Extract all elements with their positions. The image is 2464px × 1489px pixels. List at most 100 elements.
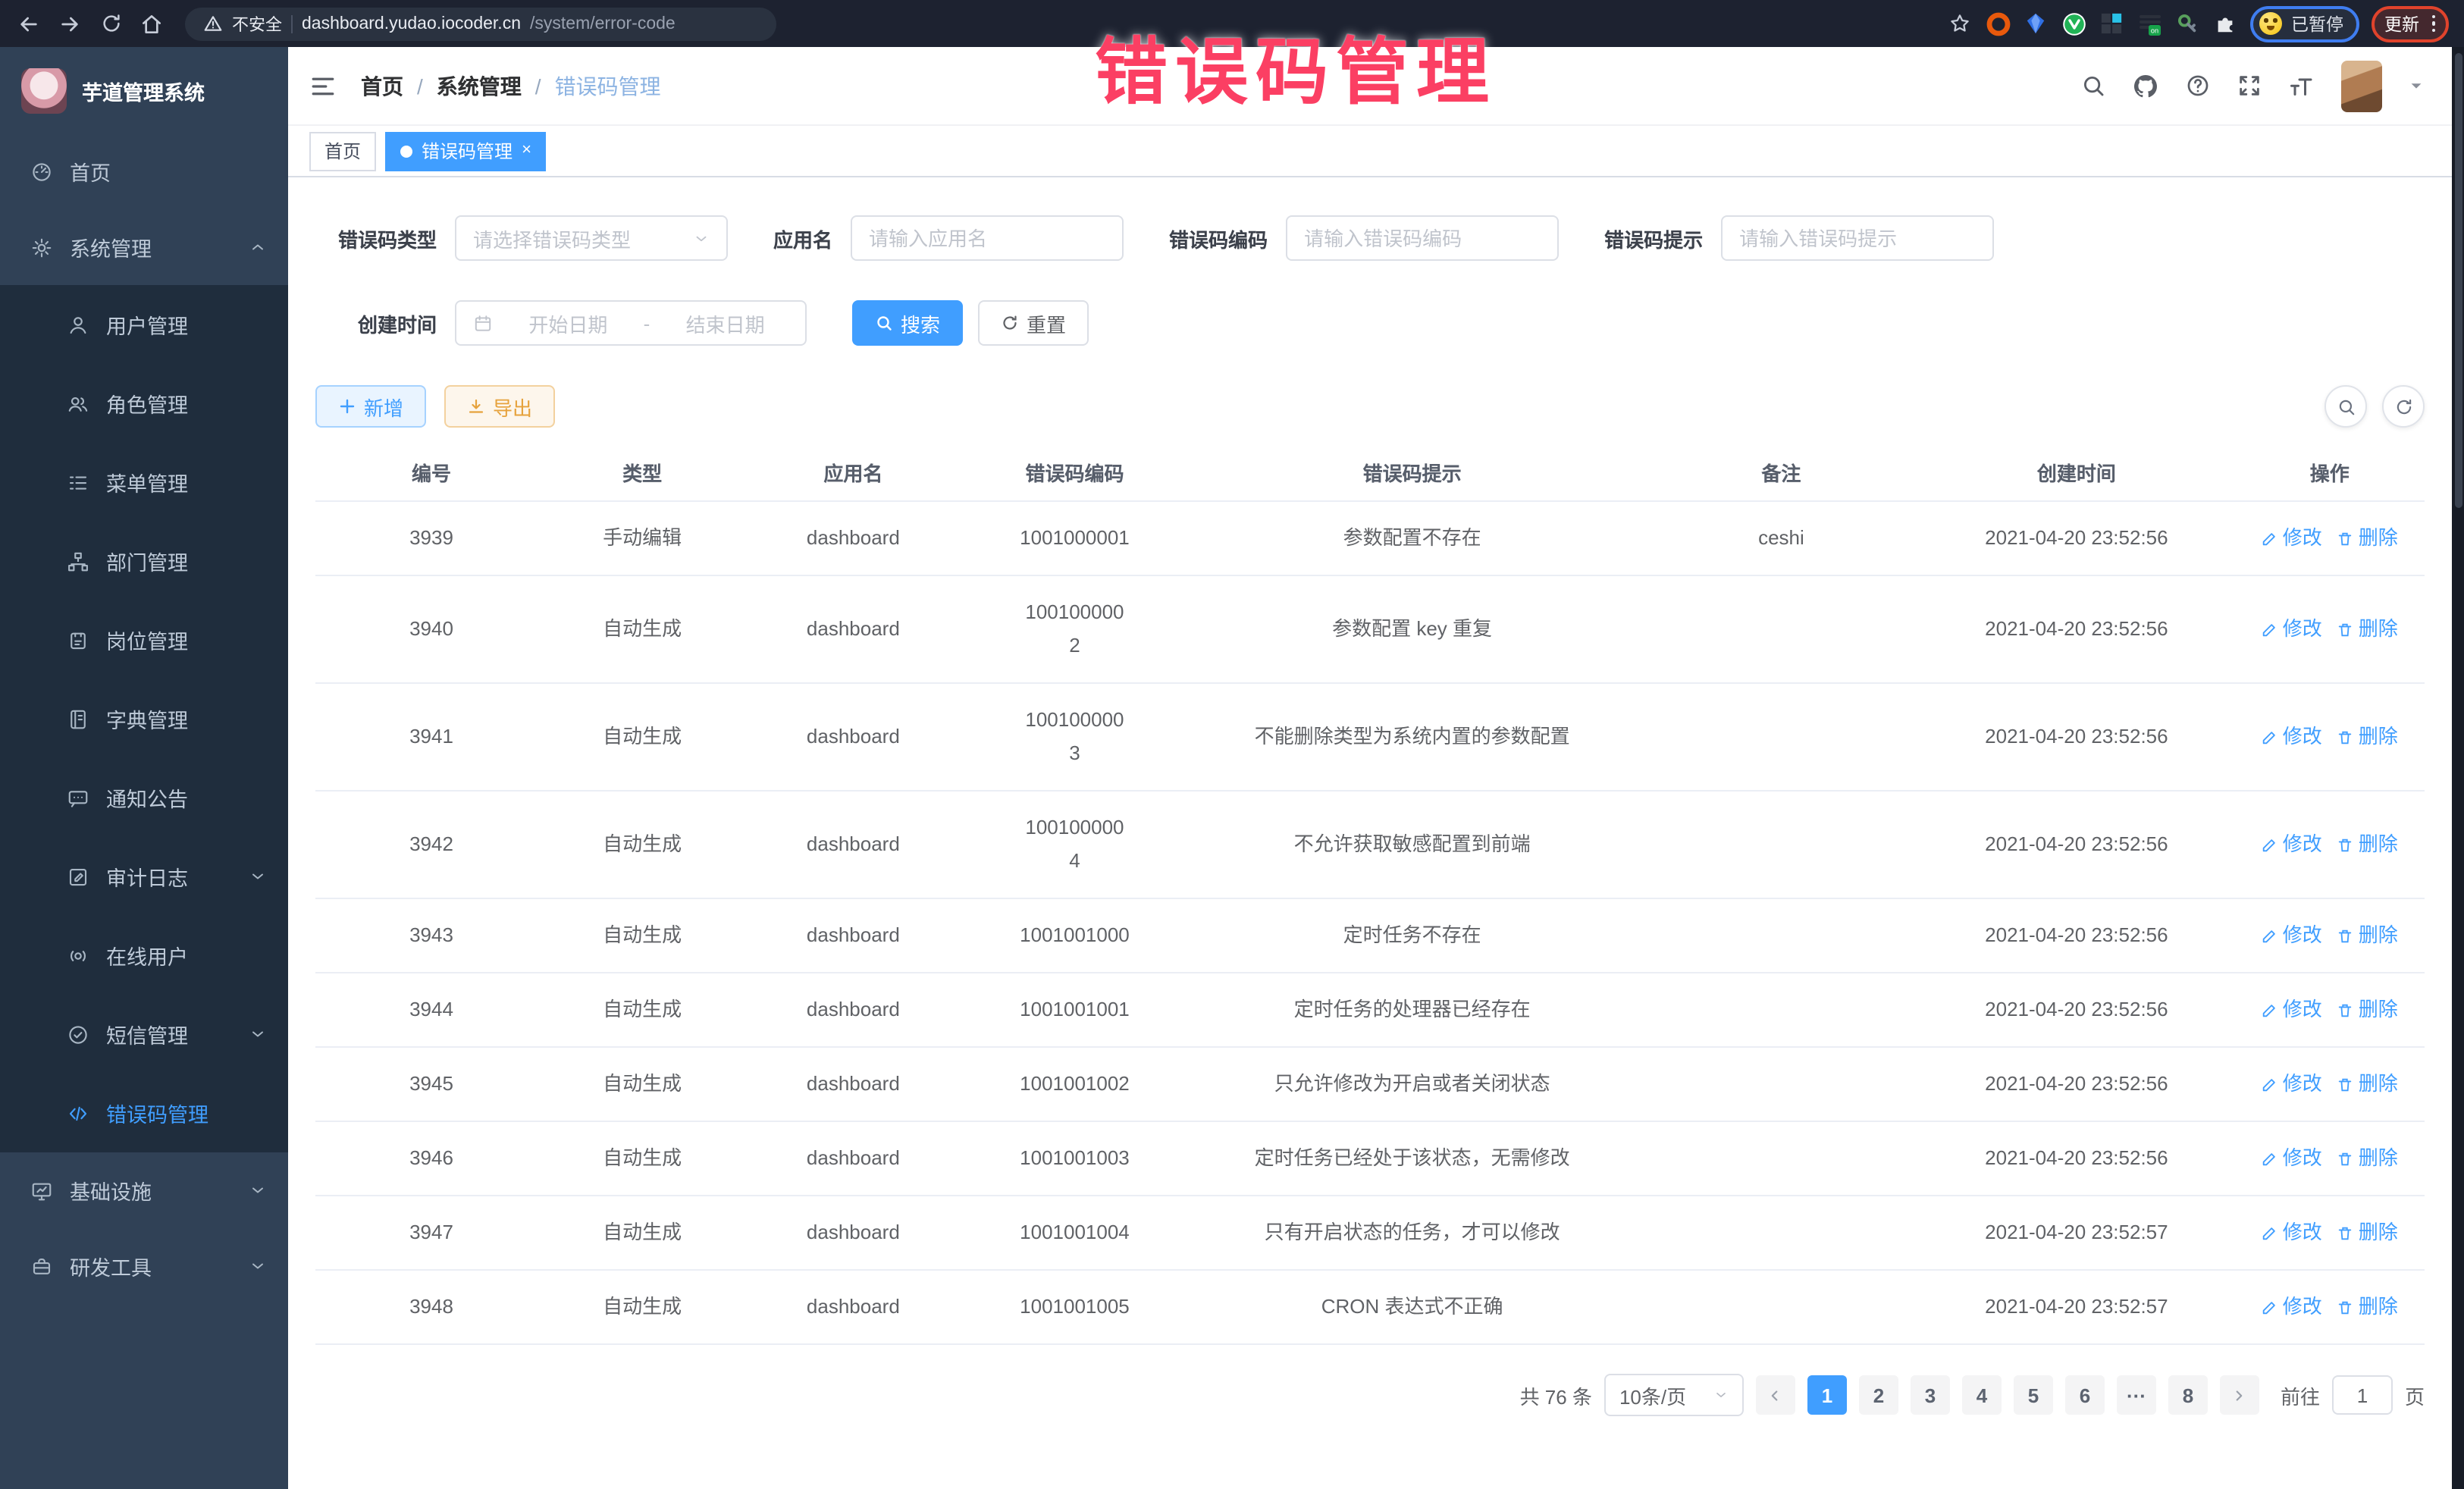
error-type-select[interactable]: 请选择错误码类型 [455,215,728,261]
page-ellipsis[interactable]: ··· [2117,1375,2156,1415]
breadcrumb-home[interactable]: 首页 [361,71,403,101]
page-size-select[interactable]: 10条/页 [1604,1374,1744,1416]
edit-link[interactable]: 修改 [2262,1142,2322,1175]
tab-error-code[interactable]: 错误码管理 × [385,131,547,171]
hamburger-icon[interactable] [309,72,337,99]
sidebar-item-infrastructure[interactable]: 基础设施 [0,1152,288,1228]
page-button[interactable]: 6 [2065,1375,2105,1415]
extension-green-circle-icon[interactable] [2061,11,2086,36]
font-size-icon[interactable] [2288,72,2315,99]
delete-link[interactable]: 删除 [2337,993,2398,1027]
delete-link[interactable]: 删除 [2337,522,2398,555]
extension-blue-gem-icon[interactable] [2023,11,2049,36]
delete-link[interactable]: 删除 [2337,720,2398,754]
sidebar-item-audit-log[interactable]: 审计日志 [0,837,288,916]
page-button[interactable]: 8 [2168,1375,2208,1415]
filter-create-time: 创建时间 开始日期 - 结束日期 [315,300,807,346]
reload-icon[interactable] [97,10,124,37]
edit-icon [2262,1002,2278,1018]
refresh-icon [1001,314,1019,332]
reset-button[interactable]: 重置 [978,300,1089,346]
help-icon[interactable] [2185,73,2211,99]
page-button[interactable]: 3 [1911,1375,1950,1415]
app-name-input[interactable] [851,215,1124,261]
edit-link[interactable]: 修改 [2262,613,2322,646]
edit-link[interactable]: 修改 [2262,1216,2322,1249]
delete-link[interactable]: 删除 [2337,1290,2398,1324]
extension-on-badge-icon[interactable]: on [2136,11,2162,36]
edit-link[interactable]: 修改 [2262,828,2322,861]
sidebar-item-departments[interactable]: 部门管理 [0,522,288,600]
back-icon[interactable] [15,10,42,37]
edit-link[interactable]: 修改 [2262,1067,2322,1101]
search-button[interactable]: 搜索 [852,300,963,346]
page-button[interactable]: 5 [2014,1375,2053,1415]
security-label[interactable]: 不安全 [232,11,282,36]
app-logo-row[interactable]: 芋道管理系统 [0,47,288,133]
tab-home[interactable]: 首页 [309,131,376,171]
delete-link[interactable]: 删除 [2337,919,2398,952]
sidebar-item-menus[interactable]: 菜单管理 [0,443,288,522]
sidebar-item-dev-tools[interactable]: 研发工具 [0,1228,288,1304]
delete-link[interactable]: 删除 [2337,1216,2398,1249]
caret-down-icon[interactable] [2408,77,2425,94]
date-start-placeholder: 开始日期 [505,309,632,337]
delete-link[interactable]: 删除 [2337,1067,2398,1101]
error-hint-input[interactable] [1721,215,1994,261]
sidebar-item-label: 短信管理 [106,1019,188,1049]
prev-page-button[interactable] [1756,1375,1795,1415]
close-icon[interactable]: × [522,143,531,159]
delete-link[interactable]: 删除 [2337,1142,2398,1175]
delete-link[interactable]: 删除 [2337,613,2398,646]
extension-key-icon[interactable] [2174,11,2200,36]
sidebar-item-home[interactable]: 首页 [0,133,288,209]
scrollbar[interactable] [2452,47,2464,1489]
fullscreen-icon[interactable] [2237,73,2262,99]
profile-chip[interactable]: 已暂停 [2250,5,2359,42]
breadcrumb-system[interactable]: 系统管理 [437,71,522,101]
table-row: 3943 自动生成 dashboard 1001001000 定时任务不存在 2… [315,899,2425,973]
date-range-picker[interactable]: 开始日期 - 结束日期 [455,300,807,346]
sidebar-item-users[interactable]: 用户管理 [0,285,288,364]
edit-icon [2262,729,2278,745]
edit-link[interactable]: 修改 [2262,522,2322,555]
error-code-input[interactable] [1286,215,1559,261]
sidebar-item-posts[interactable]: 岗位管理 [0,600,288,679]
refresh-table-button[interactable] [2382,385,2425,428]
home-icon[interactable] [138,10,165,37]
update-button[interactable]: 更新 [2371,5,2449,42]
toggle-search-button[interactable] [2324,385,2367,428]
sidebar-item-notices[interactable]: 通知公告 [0,758,288,837]
sidebar-item-sms[interactable]: 短信管理 [0,995,288,1074]
browser-menu-icon[interactable] [2431,15,2435,33]
page-button[interactable]: 1 [1807,1375,1847,1415]
address-bar[interactable]: 不安全 dashboard.yudao.iocoder.cn/system/er… [185,7,776,40]
goto-page-input[interactable] [2332,1375,2393,1415]
scrollbar-thumb[interactable] [2454,53,2462,508]
extension-puzzle-icon[interactable] [2212,11,2238,36]
add-button[interactable]: 新增 [315,385,426,428]
delete-link[interactable]: 删除 [2337,828,2398,861]
extension-grid-icon[interactable] [2099,11,2124,36]
edit-link[interactable]: 修改 [2262,1290,2322,1324]
edit-link[interactable]: 修改 [2262,993,2322,1027]
next-page-button[interactable] [2220,1375,2259,1415]
extension-orange-ring-icon[interactable] [1985,11,2011,36]
sidebar-item-online-users[interactable]: 在线用户 [0,916,288,995]
sidebar-item-error-code[interactable]: 错误码管理 [0,1074,288,1152]
sidebar-item-roles[interactable]: 角色管理 [0,364,288,443]
sidebar-item-system[interactable]: 系统管理 [0,209,288,285]
sidebar-item-dictionary[interactable]: 字典管理 [0,679,288,758]
page-button[interactable]: 4 [1962,1375,2002,1415]
user-avatar[interactable] [2341,60,2382,111]
bookmark-star-icon[interactable] [1945,10,1973,37]
column-header: 应用名 [737,457,969,491]
edit-link[interactable]: 修改 [2262,919,2322,952]
github-icon[interactable] [2132,72,2159,99]
search-icon[interactable] [2080,73,2106,99]
edit-link[interactable]: 修改 [2262,720,2322,754]
page-button[interactable]: 2 [1859,1375,1898,1415]
forward-icon[interactable] [56,10,83,37]
export-button[interactable]: 导出 [444,385,555,428]
reset-button-label: 重置 [1027,309,1066,337]
